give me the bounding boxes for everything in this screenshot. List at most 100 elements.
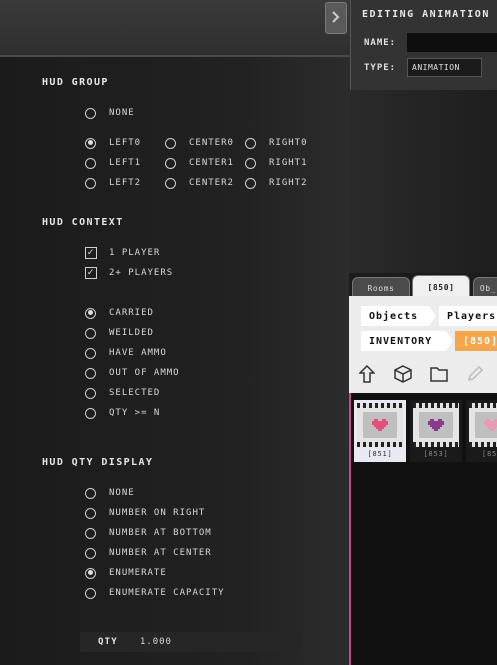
radio-label: NUMBER AT CENTER — [109, 548, 212, 558]
radio-button-icon[interactable] — [165, 137, 176, 149]
radio-hud-group-right1[interactable]: RIGHT1 — [245, 156, 308, 170]
radio-label: OUT OF AMMO — [109, 368, 180, 378]
up-arrow-icon[interactable] — [357, 364, 377, 384]
radio-label: ENUMERATE — [109, 568, 167, 578]
collapse-panel-button[interactable] — [325, 2, 347, 34]
radio-hud-group-left2[interactable]: LEFT2 — [85, 176, 141, 190]
radio-label: CENTER0 — [189, 138, 234, 148]
checkbox-label: 1 PLAYER — [109, 248, 161, 258]
qty-label: QTY — [98, 637, 118, 647]
radio-hud-group-left0[interactable]: LEFT0 — [85, 136, 141, 150]
folder-icon[interactable] — [429, 364, 449, 384]
checkbox-label: 2+ PLAYERS — [109, 268, 174, 278]
radio-button-icon[interactable] — [85, 527, 96, 539]
breadcrumb-current[interactable]: [850] — [455, 331, 497, 351]
tab-rooms[interactable]: Rooms — [352, 277, 410, 298]
radio-label: LEFT0 — [109, 138, 142, 148]
thumbnail-label: [853] — [423, 450, 449, 458]
radio-label: WEILDED — [109, 328, 154, 338]
radio-context-0[interactable]: CARRIED — [85, 306, 154, 320]
radio-label: ENUMERATE CAPACITY — [109, 588, 225, 598]
radio-button-icon[interactable] — [85, 347, 96, 359]
pencil-icon[interactable] — [465, 364, 485, 384]
breadcrumb-separator-icon — [446, 331, 453, 351]
radio-context-5[interactable]: QTY >= N — [85, 406, 160, 420]
radio-button-icon[interactable] — [85, 107, 96, 119]
radio-button-icon[interactable] — [85, 507, 96, 519]
checkbox-context-1[interactable]: ✓ 2+ PLAYERS — [85, 266, 173, 280]
radio-qty-display-5[interactable]: ENUMERATE CAPACITY — [85, 586, 225, 600]
radio-label: LEFT1 — [109, 158, 142, 168]
breadcrumb-inventory[interactable]: INVENTORY — [361, 331, 446, 351]
radio-label: CENTER1 — [189, 158, 234, 168]
radio-button-icon[interactable] — [85, 157, 96, 169]
radio-button-icon[interactable] — [245, 137, 256, 149]
checkbox-icon[interactable]: ✓ — [85, 267, 97, 279]
radio-hud-group-center0[interactable]: CENTER0 — [165, 136, 234, 150]
radio-hud-group-right2[interactable]: RIGHT2 — [245, 176, 308, 190]
name-label: NAME: — [364, 38, 397, 48]
radio-button-icon[interactable] — [85, 487, 96, 499]
tab-objects[interactable]: Ob_ — [473, 277, 497, 298]
radio-button-icon[interactable] — [85, 177, 96, 189]
breadcrumb-separator-icon — [429, 306, 436, 326]
radio-label: NUMBER ON RIGHT — [109, 508, 206, 518]
breadcrumb-players[interactable]: Players — [439, 306, 497, 326]
radio-button-icon[interactable] — [85, 327, 96, 339]
radio-hud-group-center2[interactable]: CENTER2 — [165, 176, 234, 190]
heart-icon — [484, 419, 497, 431]
radio-button-icon[interactable] — [85, 367, 96, 379]
hud-context-heading: HUD CONTEXT — [42, 217, 124, 228]
animation-thumbnail[interactable]: [853] — [410, 400, 462, 462]
radio-label: RIGHT2 — [269, 178, 308, 188]
checkbox-icon[interactable]: ✓ — [85, 247, 97, 259]
name-input[interactable] — [407, 33, 497, 52]
panel-gap — [350, 57, 497, 277]
radio-label: NUMBER AT BOTTOM — [109, 528, 212, 538]
radio-context-2[interactable]: HAVE AMMO — [85, 346, 167, 360]
heart-icon — [428, 419, 444, 431]
radio-label: RIGHT1 — [269, 158, 308, 168]
radio-button-icon[interactable] — [245, 157, 256, 169]
breadcrumb-objects[interactable]: Objects — [361, 306, 429, 326]
radio-context-3[interactable]: OUT OF AMMO — [85, 366, 180, 380]
radio-hud-group-none[interactable]: NONE — [85, 106, 135, 120]
resource-browser: Rooms [850] Ob_ Objects Players INVENTOR… — [349, 273, 497, 665]
chevron-right-icon — [332, 10, 340, 26]
type-select[interactable]: ANIMATION — [407, 58, 482, 77]
radio-qty-display-1[interactable]: NUMBER ON RIGHT — [85, 506, 205, 520]
hud-group-heading: HUD GROUP — [42, 77, 109, 88]
radio-button-icon[interactable] — [85, 407, 96, 419]
radio-label: CENTER2 — [189, 178, 234, 188]
checkbox-context-0[interactable]: ✓ 1 PLAYER — [85, 246, 160, 260]
filmstrip-icon — [469, 403, 497, 447]
radio-button-icon[interactable] — [245, 177, 256, 189]
radio-button-icon[interactable] — [85, 567, 96, 579]
qty-field-row[interactable]: QTY 1.000 — [80, 632, 302, 652]
animation-thumbnail[interactable]: [85_ — [466, 400, 497, 462]
radio-qty-display-3[interactable]: NUMBER AT CENTER — [85, 546, 212, 560]
radio-label: LEFT2 — [109, 178, 142, 188]
radio-context-4[interactable]: SELECTED — [85, 386, 160, 400]
radio-label: RIGHT0 — [269, 138, 308, 148]
animation-thumbnail[interactable]: [851] — [354, 400, 406, 462]
radio-hud-group-center1[interactable]: CENTER1 — [165, 156, 234, 170]
radio-button-icon[interactable] — [165, 157, 176, 169]
qty-value[interactable]: 1.000 — [140, 637, 172, 647]
radio-button-icon[interactable] — [85, 587, 96, 599]
radio-hud-group-right0[interactable]: RIGHT0 — [245, 136, 308, 150]
radio-button-icon[interactable] — [165, 177, 176, 189]
radio-context-1[interactable]: WEILDED — [85, 326, 154, 340]
radio-button-icon[interactable] — [85, 307, 96, 319]
radio-button-icon[interactable] — [85, 387, 96, 399]
radio-button-icon[interactable] — [85, 547, 96, 559]
cube-icon[interactable] — [393, 364, 413, 384]
filmstrip-icon — [413, 403, 459, 447]
radio-qty-display-2[interactable]: NUMBER AT BOTTOM — [85, 526, 212, 540]
radio-qty-display-0[interactable]: NONE — [85, 486, 135, 500]
radio-qty-display-4[interactable]: ENUMERATE — [85, 566, 167, 580]
tab-850[interactable]: [850] — [412, 275, 470, 298]
radio-hud-group-left1[interactable]: LEFT1 — [85, 156, 141, 170]
thumbnail-label: [85_ — [481, 450, 497, 458]
radio-button-icon[interactable] — [85, 137, 96, 149]
